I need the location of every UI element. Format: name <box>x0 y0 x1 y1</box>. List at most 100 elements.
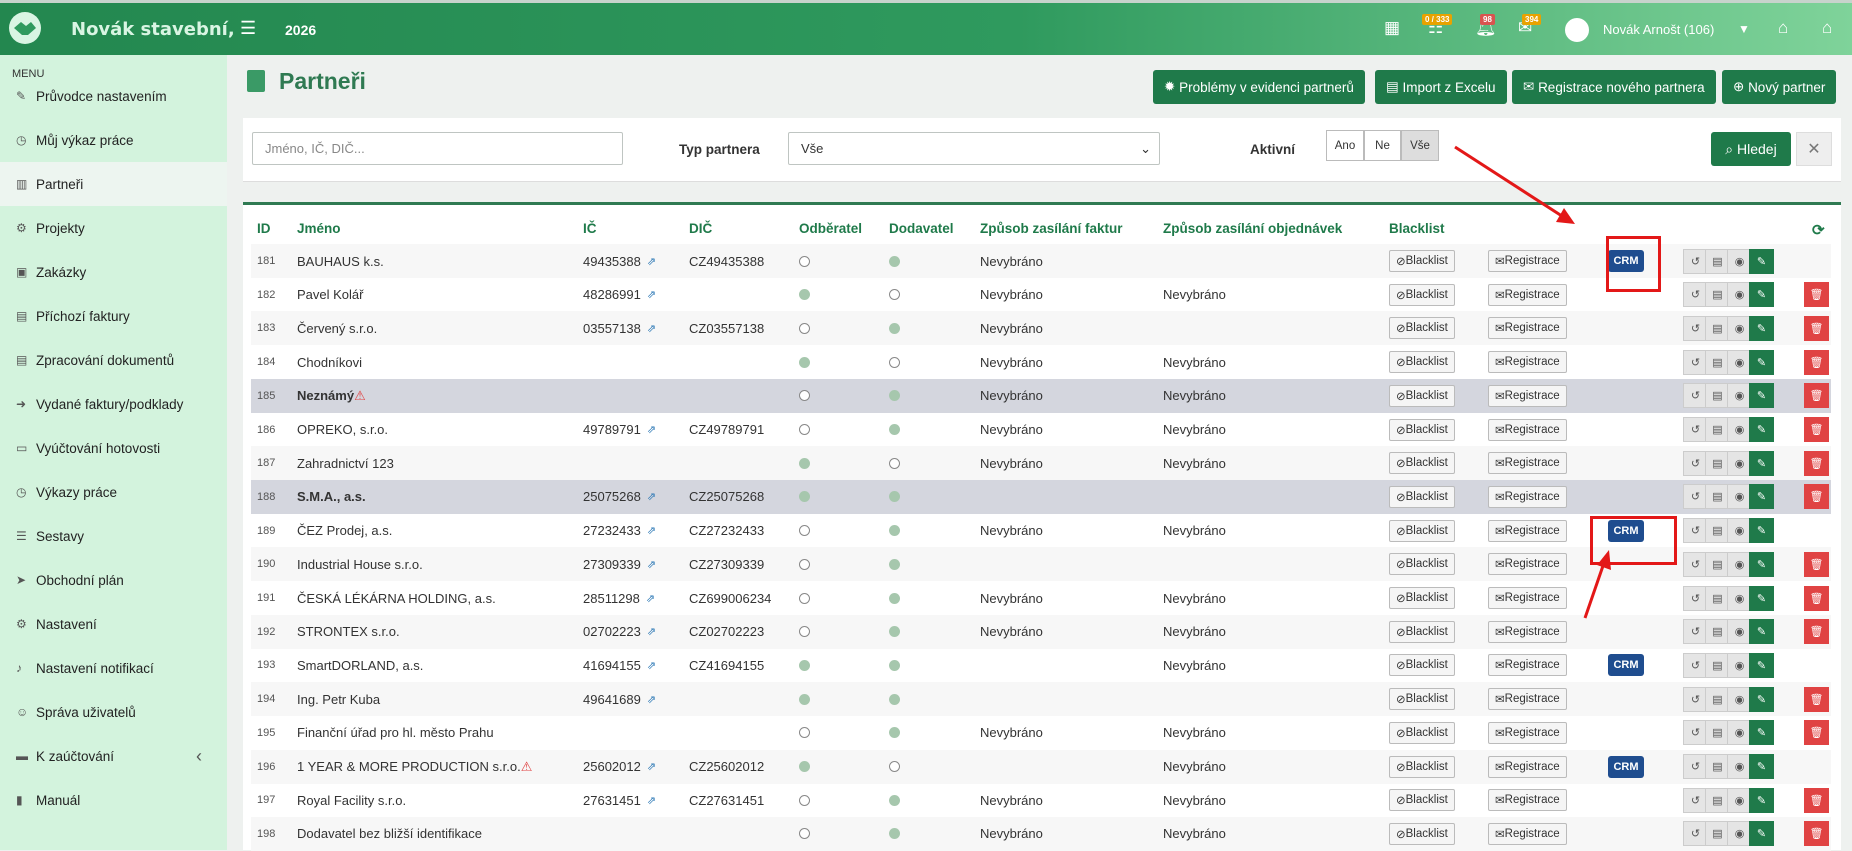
blacklist-button[interactable]: ⊘ Blacklist <box>1389 283 1455 306</box>
row-name[interactable]: Červený s.r.o. <box>297 311 377 345</box>
trash-icon[interactable]: 🗑︎ <box>1804 720 1829 746</box>
row-name[interactable]: Finanční úřad pro hl. město Prahu <box>297 716 494 750</box>
row-name[interactable]: Dodavatel bez bližší identifikace <box>297 817 482 851</box>
edit-icon[interactable]: ✎ <box>1749 652 1774 678</box>
table-row[interactable]: 186 OPREKO, s.r.o. 49789791 ⇗ CZ49789791 Nevy… <box>251 413 1831 447</box>
active-all-option[interactable]: Vše <box>1401 130 1439 161</box>
blacklist-button[interactable]: ⊘ Blacklist <box>1389 519 1455 542</box>
trash-icon[interactable]: 🗑︎ <box>1804 417 1829 442</box>
registrace-button[interactable]: ✉ Registrace <box>1488 519 1567 542</box>
edit-icon[interactable]: ✎ <box>1749 686 1774 712</box>
crm-button[interactable]: CRM <box>1608 654 1644 677</box>
clear-filter-button[interactable]: ✕ <box>1796 132 1832 166</box>
blacklist-button[interactable]: ⊘ Blacklist <box>1389 755 1455 778</box>
blacklist-button[interactable]: ⊘ Blacklist <box>1389 822 1455 845</box>
edit-icon[interactable]: ✎ <box>1749 349 1774 375</box>
blacklist-button[interactable]: ⊘ Blacklist <box>1389 553 1455 576</box>
edit-icon[interactable]: ✎ <box>1749 417 1774 442</box>
edit-icon[interactable]: ✎ <box>1749 315 1774 341</box>
blacklist-button[interactable]: ⊘ Blacklist <box>1389 620 1455 643</box>
home-icon[interactable]: ⌂ <box>1822 18 1832 38</box>
active-no-option[interactable]: Ne <box>1364 130 1401 161</box>
trash-icon[interactable]: 🗑︎ <box>1804 450 1829 476</box>
trash-icon[interactable]: 🗑︎ <box>1804 787 1829 813</box>
edit-icon[interactable]: ✎ <box>1749 383 1774 409</box>
registrace-button[interactable]: ✉ Registrace <box>1488 755 1567 778</box>
trash-icon[interactable]: 🗑︎ <box>1804 315 1829 341</box>
external-link-icon[interactable]: ⇗ <box>647 490 656 503</box>
trash-icon[interactable]: 🗑︎ <box>1804 686 1829 712</box>
edit-icon[interactable]: ✎ <box>1749 754 1774 779</box>
sidebar-item-15[interactable]: ▬ K zaúčtování ‹ <box>0 734 227 778</box>
sidebar-item-1[interactable]: ◷ Můj výkaz práce <box>0 118 227 162</box>
row-name[interactable]: BAUHAUS k.s. <box>297 244 384 278</box>
trash-icon[interactable]: 🗑︎ <box>1804 619 1829 645</box>
row-name[interactable]: Neznámý ⚠ <box>297 379 366 413</box>
col-invoice-method[interactable]: Způsob zasílání faktur <box>980 221 1123 236</box>
table-row[interactable]: 182 Pavel Kolář 48286991 ⇗ Nevybráno Nevybrán… <box>251 278 1831 312</box>
edit-icon[interactable]: ✎ <box>1749 450 1774 476</box>
edit-icon[interactable]: ✎ <box>1749 619 1774 645</box>
sidebar-item-2[interactable]: ▥ Partneři <box>0 162 227 206</box>
row-name[interactable]: Industrial House s.r.o. <box>297 547 423 581</box>
table-row[interactable]: 193 SmartDORLAND, a.s. 41694155 ⇗ CZ41694155… <box>251 648 1831 682</box>
chevron-down-icon[interactable]: ▼ <box>1738 22 1750 36</box>
table-row[interactable]: 196 1 YEAR & MORE PRODUCTION s.r.o. ⚠ 2560… <box>251 749 1831 784</box>
handshake-logo-icon[interactable] <box>8 11 42 45</box>
trash-icon[interactable]: 🗑︎ <box>1804 585 1829 611</box>
sidebar-item-7[interactable]: ➜ Vydané faktury/podklady <box>0 382 227 426</box>
external-link-icon[interactable]: ⇗ <box>647 524 656 537</box>
row-name[interactable]: ČESKÁ LÉKÁRNA HOLDING, a.s. <box>297 581 496 615</box>
edit-icon[interactable]: ✎ <box>1749 282 1774 308</box>
edit-icon[interactable]: ✎ <box>1749 585 1774 611</box>
table-row[interactable]: 192 STRONTEX s.r.o. 02702223 ⇗ CZ02702223 Nev… <box>251 614 1831 649</box>
trash-icon[interactable]: 🗑︎ <box>1804 383 1829 409</box>
table-row[interactable]: 194 Ing. Petr Kuba 49641689 ⇗ ⊘ Blacklist ✉ Re… <box>251 682 1831 717</box>
table-row[interactable]: 181 BAUHAUS k.s. 49435388 ⇗ CZ49435388 Nevybr… <box>251 244 1831 278</box>
col-dic[interactable]: DIČ <box>689 221 712 236</box>
sidebar-item-9[interactable]: ◷ Výkazy práce <box>0 470 227 514</box>
col-supplier[interactable]: Dodavatel <box>889 221 954 236</box>
table-row[interactable]: 187 Zahradnictví 123 Nevybráno Nevybráno ⊘ Bl… <box>251 446 1831 481</box>
registrace-button[interactable]: ✉ Registrace <box>1488 418 1567 441</box>
edit-icon[interactable]: ✎ <box>1749 720 1774 746</box>
trash-icon[interactable]: 🗑︎ <box>1804 349 1829 375</box>
registrace-button[interactable]: ✉ Registrace <box>1488 553 1567 576</box>
row-name[interactable]: Chodníkovi <box>297 345 362 379</box>
trash-icon[interactable]: 🗑︎ <box>1804 282 1829 308</box>
sidebar-item-0[interactable]: ✎ Průvodce nastavením <box>0 74 227 118</box>
external-link-icon[interactable]: ⇗ <box>647 693 656 706</box>
external-link-icon[interactable]: ⇗ <box>647 558 656 571</box>
search-input[interactable]: Jméno, IČ, DIČ... <box>252 132 623 165</box>
trash-icon[interactable]: 🗑︎ <box>1804 821 1829 847</box>
registrace-button[interactable]: ✉ Registrace <box>1488 688 1567 711</box>
edit-icon[interactable]: ✎ <box>1749 821 1774 847</box>
new-partner-button[interactable]: ⊕ Nový partner <box>1722 70 1837 104</box>
col-ic[interactable]: IČ <box>583 221 597 236</box>
table-row[interactable]: 184 Chodníkovi Nevybráno Nevybráno ⊘ Blacklis… <box>251 345 1831 379</box>
external-link-icon[interactable]: ⇗ <box>646 592 655 605</box>
external-link-icon[interactable]: ⇗ <box>647 255 656 268</box>
row-name[interactable]: Pavel Kolář <box>297 278 363 312</box>
row-name[interactable]: ČEZ Prodej, a.s. <box>297 514 392 548</box>
row-name[interactable]: S.M.A., a.s. <box>297 480 366 514</box>
registrace-button[interactable]: ✉ Registrace <box>1488 452 1567 475</box>
col-name[interactable]: Jméno <box>297 221 341 236</box>
trash-icon[interactable]: 🗑︎ <box>1804 551 1829 577</box>
col-blacklist[interactable]: Blacklist <box>1389 221 1445 236</box>
menu-toggle-icon[interactable]: ☰ <box>240 18 256 39</box>
registrace-button[interactable]: ✉ Registrace <box>1488 721 1567 744</box>
avatar[interactable] <box>1565 18 1589 42</box>
external-link-icon[interactable]: ⇗ <box>647 760 656 773</box>
registrace-button[interactable]: ✉ Registrace <box>1488 789 1567 812</box>
registrace-button[interactable]: ✉ Registrace <box>1488 654 1567 677</box>
row-name[interactable]: Royal Facility s.r.o. <box>297 783 406 817</box>
external-link-icon[interactable]: ⇗ <box>647 625 656 638</box>
col-id[interactable]: ID <box>257 221 271 236</box>
blacklist-button[interactable]: ⊘ Blacklist <box>1389 789 1455 812</box>
table-row[interactable]: 188 S.M.A., a.s. 25075268 ⇗ CZ25075268 ⊘ Black… <box>251 479 1831 514</box>
trash-icon[interactable]: 🗑︎ <box>1804 484 1829 510</box>
col-order-method[interactable]: Způsob zasílání objednávek <box>1163 221 1342 236</box>
register-partner-button[interactable]: ✉ Registrace nového partnera <box>1512 70 1716 104</box>
edit-icon[interactable]: ✎ <box>1749 787 1774 813</box>
